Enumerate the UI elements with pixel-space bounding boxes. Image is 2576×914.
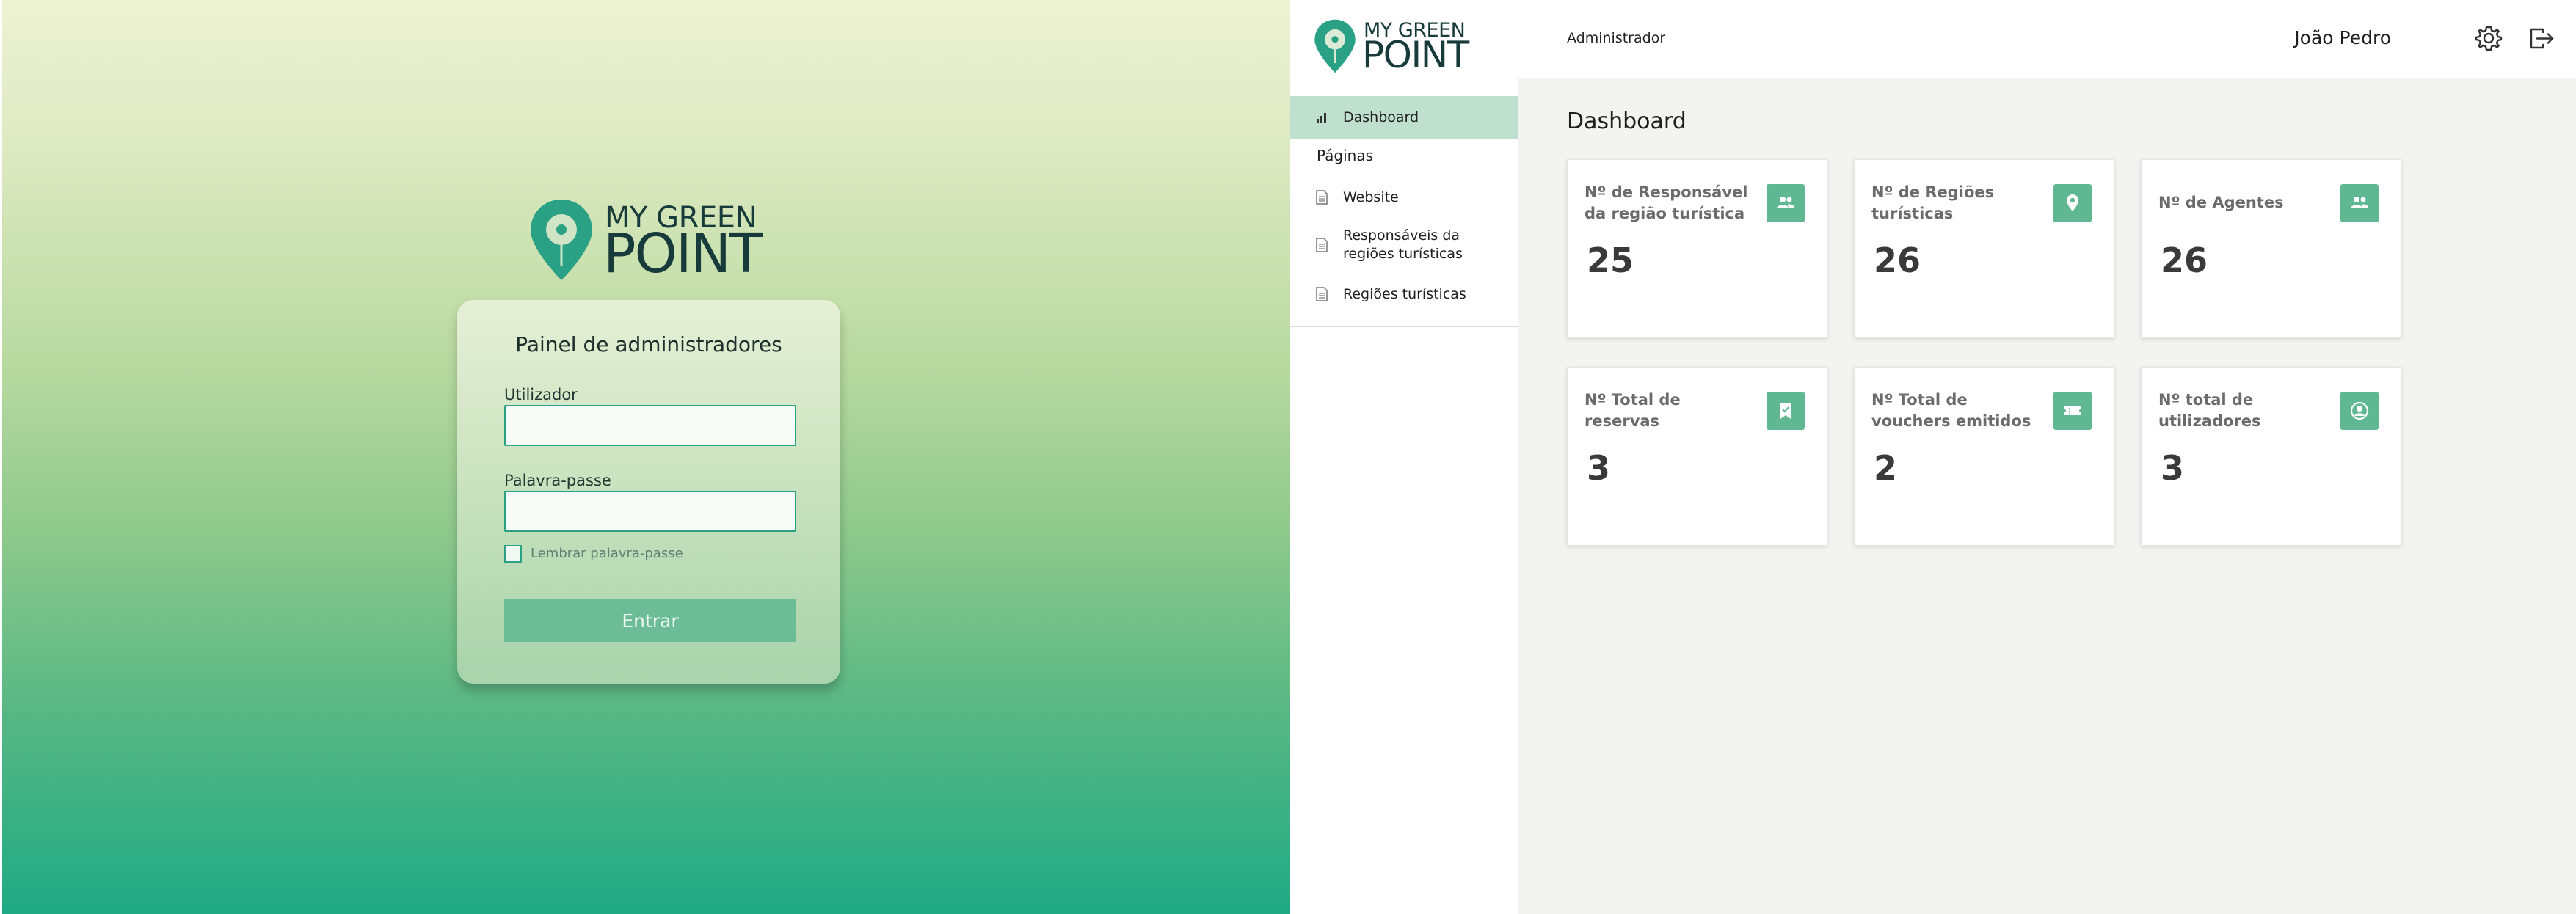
login-button[interactable]: Entrar	[504, 599, 796, 642]
stat-card-utilizadores[interactable]: Nº total de utilizadores 3	[2141, 367, 2401, 546]
stat-value: 25	[1587, 241, 1634, 280]
logout-icon	[2530, 28, 2554, 49]
document-icon	[1316, 287, 1328, 301]
username-label: Utilizador	[504, 386, 578, 403]
stat-label: Nº de Responsável da região turística	[1584, 183, 1748, 222]
stat-value: 26	[1874, 241, 1921, 280]
sidebar-item-dashboard[interactable]: Dashboard	[1290, 96, 1518, 139]
stat-label: Nº Total de vouchers emitidos	[1871, 391, 2031, 430]
stat-label: Nº Total de reservas	[1584, 391, 1681, 430]
user-circle-icon	[2340, 392, 2379, 430]
logo-text-bottom: POINT	[1362, 34, 1469, 76]
page-title: Dashboard	[1567, 109, 1687, 134]
sidebar-section-label: Páginas	[1317, 147, 1374, 164]
location-pin-logo-icon	[1314, 19, 1356, 73]
login-panel: MY GREEN POINT Painel de administradores…	[2, 0, 1290, 914]
sidebar-item-website[interactable]: Website	[1290, 182, 1518, 213]
sidebar: MY GREEN POINT Dashboard Páginas Website	[1290, 0, 1518, 914]
sidebar-item-label: Dashboard	[1343, 109, 1419, 125]
sidebar-logo[interactable]: MY GREEN POINT	[1314, 18, 1469, 75]
stat-card-agentes[interactable]: Nº de Agentes 26	[2141, 159, 2401, 338]
username-input[interactable]	[504, 405, 796, 446]
sidebar-item-regioes[interactable]: Regiões turísticas	[1290, 279, 1518, 310]
stat-card-responsaveis[interactable]: Nº de Responsável da região turística 25	[1567, 159, 1827, 338]
login-card: Painel de administradores Utilizador Pal…	[457, 300, 840, 684]
password-input[interactable]	[504, 491, 796, 532]
password-label: Palavra-passe	[504, 472, 611, 489]
stat-value: 2	[1874, 448, 1898, 488]
dashboard-app: MY GREEN POINT Dashboard Páginas Website	[1290, 0, 2576, 914]
sidebar-item-responsaveis[interactable]: Responsáveis da regiões turísticas	[1290, 224, 1518, 266]
topbar: Administrador João Pedro	[1518, 0, 2576, 78]
group-icon	[1767, 184, 1805, 222]
sidebar-divider	[1290, 326, 1518, 327]
ticket-icon	[2053, 392, 2092, 430]
sidebar-item-label: Responsáveis da regiões turísticas	[1343, 227, 1463, 262]
stat-card-vouchers[interactable]: Nº Total de vouchers emitidos 2	[1854, 367, 2114, 546]
logo: MY GREEN POINT	[529, 197, 763, 283]
bookmark-icon	[1767, 392, 1805, 430]
document-icon	[1316, 238, 1328, 252]
stat-label: Nº de Regiões turísticas	[1871, 183, 1995, 222]
stat-label: Nº total de utilizadores	[2158, 391, 2261, 430]
sidebar-item-label: Website	[1343, 189, 1399, 205]
stat-value: 3	[2161, 448, 2185, 488]
sidebar-item-label: Regiões turísticas	[1343, 285, 1466, 302]
remember-checkbox[interactable]	[504, 545, 522, 563]
stat-value: 3	[1587, 448, 1611, 488]
location-pin-logo-icon	[531, 200, 592, 280]
user-name[interactable]: João Pedro	[2294, 27, 2391, 48]
role-label: Administrador	[1567, 30, 1666, 46]
stat-card-reservas[interactable]: Nº Total de reservas 3	[1567, 367, 1827, 546]
group-icon	[2340, 184, 2379, 222]
settings-button[interactable]	[2474, 23, 2503, 53]
stat-label: Nº de Agentes	[2158, 194, 2284, 211]
document-icon	[1316, 190, 1328, 205]
location-pin-icon	[2053, 184, 2092, 222]
logo-text-bottom: POINT	[603, 222, 763, 285]
logout-button[interactable]	[2527, 23, 2556, 53]
gear-icon	[2475, 26, 2503, 51]
bar-chart-icon	[1316, 113, 1328, 123]
login-title: Painel de administradores	[515, 332, 782, 357]
remember-label: Lembrar palavra-passe	[531, 546, 683, 561]
stat-value: 26	[2161, 241, 2208, 280]
stat-card-regioes[interactable]: Nº de Regiões turísticas 26	[1854, 159, 2114, 338]
